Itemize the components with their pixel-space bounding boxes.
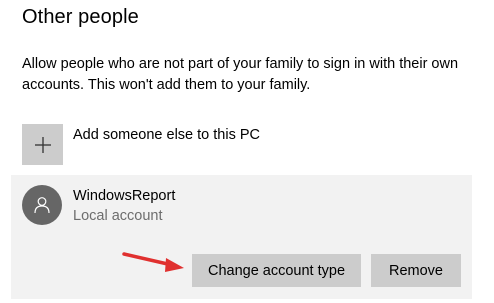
change-account-type-button[interactable]: Change account type bbox=[192, 254, 361, 287]
section-title: Other people bbox=[22, 6, 139, 28]
remove-button[interactable]: Remove bbox=[371, 254, 461, 287]
other-people-settings: Other people Allow people who are not pa… bbox=[0, 0, 494, 303]
account-panel: WindowsReport Local account Change accou… bbox=[11, 175, 472, 299]
person-icon bbox=[34, 197, 50, 214]
account-type: Local account bbox=[73, 208, 163, 224]
add-someone-button[interactable]: Add someone else to this PC bbox=[22, 124, 260, 165]
add-tile bbox=[22, 124, 63, 165]
plus-icon bbox=[34, 136, 51, 153]
account-name: WindowsReport bbox=[73, 188, 176, 204]
account-text: WindowsReport Local account bbox=[73, 186, 175, 226]
account-item[interactable]: WindowsReport Local account bbox=[22, 185, 175, 226]
section-description: Allow people who are not part of your fa… bbox=[22, 56, 459, 93]
annotation-arrow bbox=[122, 252, 184, 272]
add-someone-label: Add someone else to this PC bbox=[73, 127, 260, 143]
avatar bbox=[22, 185, 62, 225]
